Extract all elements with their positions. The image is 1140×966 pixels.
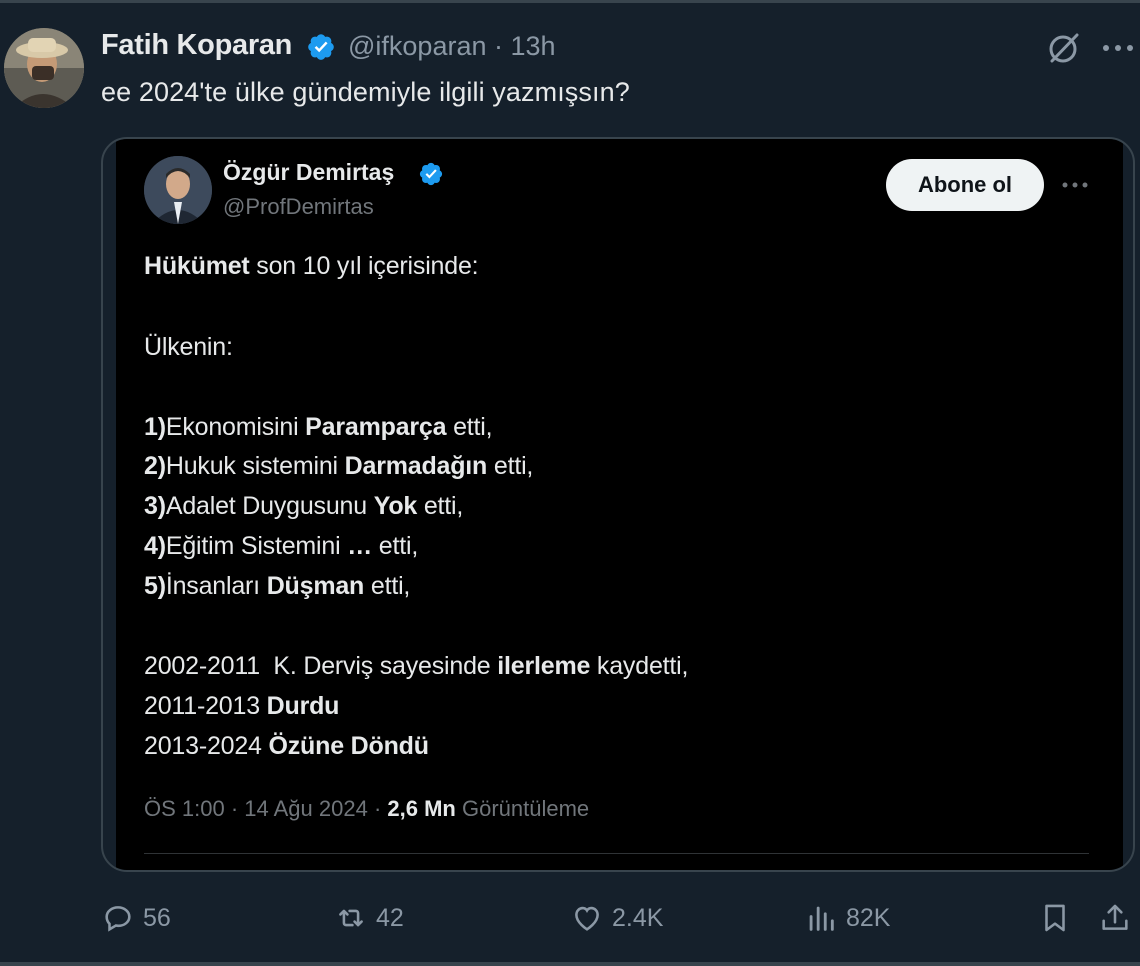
repost-icon bbox=[339, 909, 363, 927]
quoted-text-line: 4)Eğitim Sistemini … etti, bbox=[144, 532, 418, 561]
quoted-text-line: 3)Adalet Duygusunu Yok etti, bbox=[144, 492, 463, 521]
text: 2011-2013 bbox=[144, 692, 267, 720]
quoted-timestamp: ÖS 1:00 · 14 Ağu 2024 · bbox=[144, 796, 388, 821]
reply-icon bbox=[105, 906, 131, 932]
text: Adalet Duygusunu bbox=[165, 492, 374, 520]
repost-button[interactable]: 42 bbox=[334, 897, 404, 939]
text: 2013-2024 bbox=[144, 732, 269, 760]
author-handle[interactable]: @ifkoparan · 13h bbox=[348, 31, 556, 62]
bold-text: Hükümet bbox=[144, 252, 250, 280]
author-name[interactable]: Fatih Koparan bbox=[101, 29, 292, 62]
text: kaydetti, bbox=[590, 652, 689, 680]
quoted-tweet-screenshot: Özgür Demirtaş @ProfDemirtas Abone ol Hü… bbox=[116, 139, 1123, 870]
verified-badge-icon bbox=[419, 162, 443, 186]
bold-text: ilerleme bbox=[497, 652, 591, 680]
share-icon bbox=[1102, 904, 1128, 930]
bold-text: Darmadağın bbox=[344, 452, 488, 480]
text: Hukuk sistemini bbox=[165, 452, 345, 480]
text: etti, bbox=[364, 572, 411, 600]
bottom-divider bbox=[0, 962, 1140, 966]
text: etti, bbox=[417, 492, 464, 520]
bold-text: 2) bbox=[144, 452, 166, 480]
bold-text: Yok bbox=[373, 492, 418, 520]
bold-text: 1) bbox=[144, 413, 166, 441]
top-divider bbox=[0, 0, 1140, 3]
bold-text: 5) bbox=[144, 572, 166, 600]
quoted-meta: ÖS 1:00 · 14 Ağu 2024 · 2,6 Mn Görüntüle… bbox=[144, 796, 589, 822]
quoted-text-line: Ülkenin: bbox=[144, 333, 233, 362]
divider bbox=[144, 853, 1089, 854]
text: etti, bbox=[446, 413, 493, 441]
quoted-text-line: 2011-2013 Durdu bbox=[144, 692, 339, 721]
quoted-views-count: 2,6 Mn bbox=[387, 796, 456, 821]
like-count: 2.4K bbox=[612, 903, 664, 932]
text: etti, bbox=[487, 452, 534, 480]
text: İnsanları bbox=[165, 572, 267, 600]
quoted-text-line: Hükümet son 10 yıl içerisinde: bbox=[144, 252, 479, 281]
quoted-text-line: 2013-2024 Özüne Döndü bbox=[144, 732, 429, 761]
views-icon bbox=[809, 906, 834, 931]
bold-text: … bbox=[347, 532, 373, 560]
quoted-author-handle: @ProfDemirtas bbox=[223, 194, 374, 219]
reply-count: 56 bbox=[143, 903, 171, 932]
bold-text: Düşman bbox=[266, 572, 365, 600]
like-button[interactable]: 2.4K bbox=[570, 897, 663, 939]
text: etti, bbox=[372, 532, 419, 560]
bold-text: 4) bbox=[144, 532, 166, 560]
bookmark-button[interactable] bbox=[1038, 897, 1072, 939]
like-icon bbox=[575, 906, 599, 931]
views-count: 82K bbox=[846, 903, 891, 932]
text: son 10 yıl içerisinde: bbox=[249, 252, 479, 280]
follow-button: Abone ol bbox=[886, 159, 1044, 211]
bookmark-icon bbox=[1045, 904, 1065, 932]
quoted-avatar bbox=[144, 156, 212, 224]
quoted-tweet-card[interactable]: Özgür Demirtaş @ProfDemirtas Abone ol Hü… bbox=[101, 137, 1135, 872]
text: 2002-2011 K. Derviş sayesinde bbox=[144, 652, 498, 680]
grok-icon[interactable] bbox=[1046, 30, 1082, 66]
bold-text: Durdu bbox=[266, 692, 340, 720]
verified-badge-icon bbox=[308, 34, 334, 60]
bold-text: Paramparça bbox=[305, 413, 447, 441]
quoted-text-line: 5)İnsanları Düşman etti, bbox=[144, 572, 410, 601]
quoted-views-label: Görüntüleme bbox=[455, 796, 590, 821]
bold-text: 3) bbox=[144, 492, 166, 520]
bold-text: Özüne Döndü bbox=[268, 732, 429, 760]
more-icon bbox=[1062, 182, 1088, 188]
quoted-text-line: 2)Hukuk sistemini Darmadağın etti, bbox=[144, 452, 533, 481]
quoted-text-line: 1)Ekonomisini Paramparça etti, bbox=[144, 413, 493, 442]
tweet-text: ee 2024'te ülke gündemiyle ilgili yazmış… bbox=[101, 77, 630, 107]
views-button[interactable]: 82K bbox=[804, 897, 890, 939]
more-icon[interactable] bbox=[1100, 36, 1136, 60]
text: Ülkenin: bbox=[144, 333, 233, 361]
text: Eğitim Sistemini bbox=[165, 532, 348, 560]
avatar[interactable] bbox=[4, 28, 84, 108]
quoted-author-name: Özgür Demirtaş bbox=[223, 159, 395, 185]
repost-count: 42 bbox=[376, 903, 404, 932]
reply-button[interactable]: 56 bbox=[101, 897, 171, 939]
share-button[interactable] bbox=[1098, 897, 1132, 939]
text: Ekonomisini bbox=[165, 413, 306, 441]
quoted-text-line: 2002-2011 K. Derviş sayesinde ilerleme k… bbox=[144, 652, 688, 681]
